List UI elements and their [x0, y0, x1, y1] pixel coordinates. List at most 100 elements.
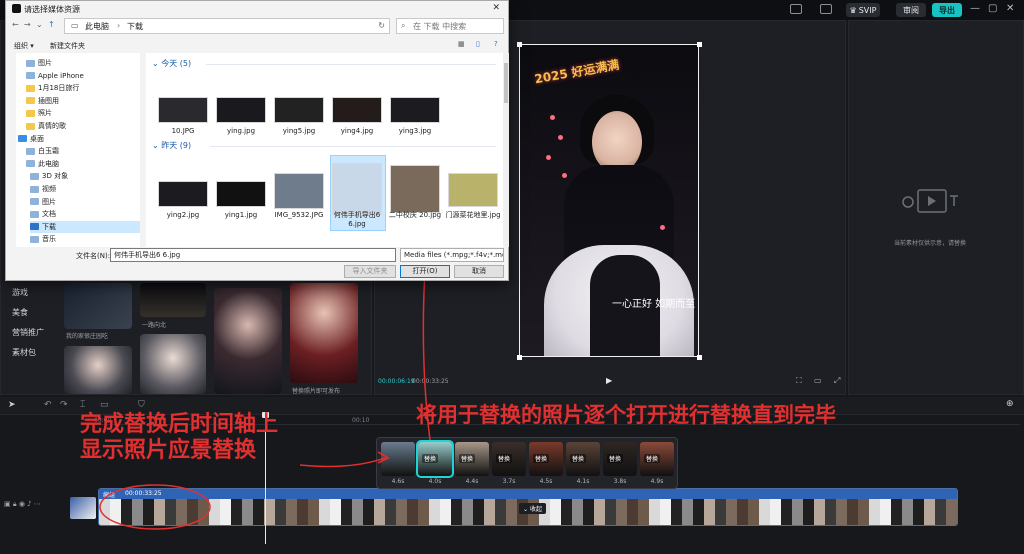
file-list: ⌄ 今天 (5) ⌄ 昨天 (9) 10.JPG ying.jpg ying5.jp… — [146, 53, 503, 247]
file-thumbnail[interactable] — [274, 173, 324, 209]
dialog-close-icon[interactable]: ✕ — [492, 3, 500, 13]
view-icon[interactable]: ▦ — [458, 40, 465, 48]
folder-icon — [26, 59, 35, 67]
file-thumbnail[interactable] — [274, 97, 324, 123]
folder-icon — [18, 135, 27, 143]
tree-item[interactable]: 桌面 — [18, 133, 140, 145]
file-type-select[interactable]: Media files (*.mpg;*.f4v;*.mo — [400, 248, 504, 262]
search-icon: ⌕ — [401, 21, 406, 30]
tree-item[interactable]: 1月18日旅行 — [26, 82, 140, 94]
file-name[interactable]: IMG_9532.JPG — [269, 211, 329, 220]
file-thumbnail[interactable] — [332, 163, 382, 215]
tree-item-label: 照片 — [38, 109, 52, 118]
file-thumbnail[interactable] — [390, 97, 440, 123]
group-header-yesterday[interactable]: ⌄ 昨天 (9) — [152, 140, 191, 151]
file-thumbnail[interactable] — [390, 165, 440, 213]
folder-icon — [26, 97, 35, 105]
scrollbar-thumb[interactable] — [504, 63, 508, 103]
folder-icon — [30, 223, 39, 231]
import-folder-button[interactable]: 导入文件夹 — [344, 265, 396, 278]
folder-icon — [30, 198, 39, 206]
tree-item[interactable]: 下载 — [30, 220, 140, 233]
tree-item[interactable]: 文档 — [30, 208, 140, 220]
file-name[interactable]: 10.JPG — [153, 127, 213, 136]
tree-item-label: 真情的歌 — [38, 122, 66, 130]
file-thumbnail[interactable] — [448, 173, 498, 207]
folder-icon — [26, 147, 35, 155]
organize-button[interactable]: 组织 ▾ — [14, 41, 34, 51]
forward-icon[interactable]: → — [24, 20, 31, 29]
tree-item[interactable]: 照片 — [26, 107, 140, 119]
tree-item-label: 3D 对象 — [42, 172, 69, 181]
tree-item-label: 下载 — [42, 222, 56, 231]
app-icon — [12, 4, 21, 13]
tree-item-label: 插图用 — [38, 96, 59, 105]
preview-pane-icon[interactable]: ▯ — [476, 40, 480, 48]
file-name[interactable]: ying4.jpg — [327, 127, 387, 136]
file-thumbnail[interactable] — [332, 97, 382, 123]
help-icon[interactable]: ? — [494, 40, 498, 48]
tree-item-label: Apple iPhone — [38, 71, 84, 80]
up-icon[interactable]: ↑ — [48, 20, 55, 29]
computer-icon: ▭ — [71, 21, 79, 30]
cancel-button[interactable]: 取消 — [454, 265, 504, 278]
tree-item-label: 文档 — [42, 210, 56, 219]
file-thumbnail[interactable] — [158, 97, 208, 123]
refresh-icon[interactable]: ↻ — [378, 21, 385, 30]
file-name[interactable]: 门源菜花地里.jpg — [443, 211, 503, 220]
new-folder-button[interactable]: 新建文件夹 — [50, 41, 85, 51]
tree-item-label: 视频 — [42, 185, 56, 193]
file-name[interactable]: ying1.jpg — [211, 211, 271, 220]
tree-item[interactable]: 真情的歌 — [26, 120, 140, 132]
address-segment[interactable]: 此电脑 — [85, 21, 109, 32]
folder-icon — [26, 84, 35, 92]
file-open-dialog: 请选择媒体资源 ✕ ← → ⌄ ↑ ▭ 此电脑 › 下载 ↻ ⌕ 在 下载 中搜… — [5, 0, 509, 281]
tree-item-label: 此电脑 — [38, 159, 59, 168]
file-name[interactable]: 何伟手机导出6 6.jpg — [327, 211, 387, 229]
dialog-title: 请选择媒体资源 — [24, 5, 80, 14]
file-thumbnail[interactable] — [216, 97, 266, 123]
tree-item-label: 图片 — [38, 59, 52, 67]
filename-input[interactable]: 何伟手机导出6 6.jpg — [110, 248, 396, 262]
open-button[interactable]: 打开(O) — [400, 265, 450, 278]
folder-icon — [30, 172, 39, 180]
group-divider — [206, 64, 496, 65]
file-name[interactable]: 二中校庆 20.jpg — [385, 211, 445, 220]
tree-item[interactable]: 白玉霜 — [26, 145, 140, 157]
folder-icon — [30, 210, 39, 218]
navigation-tree: 图片 Apple iPhone 1月18日旅行插图用照片真情的歌桌面白玉霜此电脑 3D… — [16, 53, 140, 247]
tree-item[interactable]: Apple iPhone — [26, 70, 140, 82]
recent-icon[interactable]: ⌄ — [36, 20, 43, 29]
tree-item-label: 桌面 — [30, 134, 44, 143]
folder-icon — [26, 122, 35, 130]
chevron-right-icon: › — [117, 21, 121, 30]
file-name[interactable]: ying5.jpg — [269, 127, 329, 136]
search-input[interactable]: ⌕ 在 下载 中搜索 — [396, 18, 504, 34]
tree-item-label: 图片 — [42, 197, 56, 206]
group-header-today[interactable]: ⌄ 今天 (5) — [152, 58, 191, 69]
tree-item[interactable]: 图片 — [30, 196, 140, 208]
folder-icon — [30, 235, 39, 243]
tree-item-label: 音乐 — [42, 235, 56, 244]
file-thumbnail[interactable] — [216, 181, 266, 207]
filename-label: 文件名(N): — [76, 252, 111, 260]
tree-item[interactable]: 此电脑 — [26, 158, 140, 170]
back-icon[interactable]: ← — [12, 20, 19, 29]
address-bar[interactable]: ▭ 此电脑 › 下载 ↻ — [64, 18, 390, 34]
tree-item[interactable]: 音乐 — [30, 233, 140, 245]
file-list-scrollbar[interactable] — [503, 53, 509, 247]
tree-item[interactable]: 视频 — [30, 183, 140, 195]
tree-item[interactable]: 插图用 — [26, 95, 140, 107]
tree-item[interactable]: 图片 — [26, 57, 140, 69]
file-name[interactable]: ying.jpg — [211, 127, 271, 136]
folder-icon — [26, 72, 35, 80]
tree-item-label: 白玉霜 — [38, 147, 59, 156]
file-thumbnail[interactable] — [158, 181, 208, 207]
address-segment[interactable]: 下载 — [127, 21, 143, 32]
tree-item[interactable]: 3D 对象 — [30, 170, 140, 182]
folder-icon — [26, 160, 35, 168]
file-name[interactable]: ying3.jpg — [385, 127, 445, 136]
file-name[interactable]: ying2.jpg — [153, 211, 213, 220]
group-divider — [210, 146, 496, 147]
folder-icon — [26, 109, 35, 117]
